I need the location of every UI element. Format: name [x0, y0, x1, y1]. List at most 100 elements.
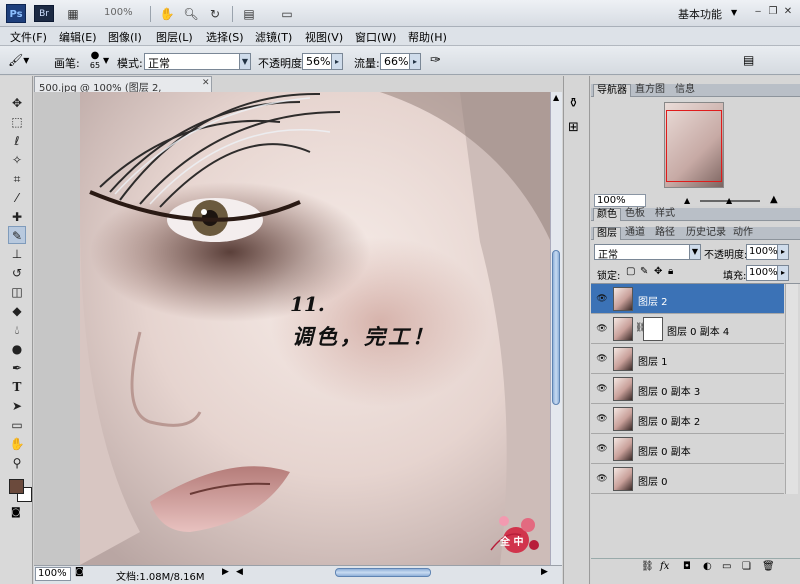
flow-slider-toggle[interactable]: ▸ — [409, 53, 421, 70]
tab-paths[interactable]: 路径 — [652, 227, 678, 240]
lock-pixels-icon[interactable]: ✎ — [640, 266, 648, 277]
layers-scrollbar[interactable] — [785, 284, 798, 494]
zoom-tool-icon[interactable]: 🔍︎ — [182, 5, 200, 23]
hand-tool-icon[interactable]: ✋ — [8, 435, 26, 453]
brush-preset-picker[interactable]: ● 65 — [86, 50, 104, 72]
rotate-view-icon[interactable]: ↻ — [206, 5, 224, 23]
foreground-color-swatch[interactable] — [9, 479, 24, 494]
add-mask-icon[interactable]: ◘ — [683, 561, 691, 572]
brush-panel-toggle-icon[interactable]: ▤ — [743, 53, 754, 67]
crop-tool-icon[interactable]: ⌗ — [8, 170, 26, 188]
layer-mask-thumbnail[interactable] — [643, 317, 663, 341]
visibility-eye-icon[interactable]: 👁︎ — [596, 473, 608, 485]
new-group-icon[interactable]: ▭ — [722, 561, 731, 572]
lock-position-icon[interactable]: ✥ — [654, 266, 662, 277]
scroll-up-icon[interactable]: ▲ — [553, 93, 559, 102]
menu-image[interactable]: 图像(I) — [108, 29, 142, 45]
zoom-in-icon[interactable]: ▲ — [770, 194, 778, 205]
lock-transparency-icon[interactable]: ▢ — [626, 266, 635, 277]
scroll-right-icon[interactable]: ▶ — [541, 567, 548, 577]
history-brush-tool-icon[interactable]: ↺ — [8, 264, 26, 282]
fill-field[interactable]: 100% — [746, 265, 778, 281]
airbrush-icon[interactable]: ✑ — [430, 53, 441, 68]
restore-icon[interactable]: ❐ — [766, 5, 780, 19]
quick-mask-icon[interactable]: ◙ — [11, 507, 21, 518]
fill-slider-toggle[interactable]: ▸ — [777, 265, 789, 281]
visibility-eye-icon[interactable]: 👁︎ — [596, 443, 608, 455]
tab-styles[interactable]: 样式 — [652, 208, 678, 221]
blend-mode-select[interactable]: 正常 — [594, 244, 690, 261]
status-info-icon[interactable]: ◙ — [75, 567, 84, 577]
dodge-tool-icon[interactable]: ● — [8, 340, 26, 358]
zoom-tool-icon[interactable]: ⚲ — [8, 454, 26, 472]
screen-mode-icon[interactable]: ▭ — [278, 5, 296, 23]
arrange-documents-icon[interactable]: ▤ — [240, 5, 258, 23]
link-layers-icon[interactable]: ⛓ — [641, 561, 654, 572]
clone-source-icon[interactable]: ⊞ — [568, 120, 579, 135]
lasso-tool-icon[interactable]: ℓ — [8, 132, 26, 150]
menu-help[interactable]: 帮助(H) — [408, 29, 447, 45]
chevron-down-icon[interactable]: ▼ — [103, 56, 109, 65]
close-icon[interactable]: ✕ — [781, 5, 795, 19]
vertical-scroll-thumb[interactable] — [552, 250, 560, 405]
opacity-field[interactable]: 56% — [302, 53, 332, 70]
zoom-out-icon[interactable]: ▲ — [684, 196, 690, 205]
healing-brush-tool-icon[interactable]: ✚ — [8, 208, 26, 226]
tab-channels[interactable]: 通道 — [622, 227, 648, 240]
visibility-eye-icon[interactable]: 👁︎ — [596, 383, 608, 395]
scroll-left-icon[interactable]: ◀ — [236, 567, 243, 577]
menu-edit[interactable]: 编辑(E) — [59, 29, 97, 45]
hand-tool-icon[interactable]: ✋ — [158, 5, 176, 23]
navigator-view-box[interactable] — [666, 110, 722, 182]
close-document-icon[interactable]: ✕ — [202, 78, 210, 88]
zoom-slider-handle-icon[interactable]: ▲ — [726, 196, 732, 205]
layer-opacity-field[interactable]: 100% — [746, 244, 778, 260]
menu-filter[interactable]: 滤镜(T) — [255, 29, 292, 45]
visibility-eye-icon[interactable]: 👁︎ — [596, 323, 608, 335]
marquee-tool-icon[interactable]: ⬚ — [8, 113, 26, 131]
menu-file[interactable]: 文件(F) — [10, 29, 47, 45]
shape-tool-icon[interactable]: ▭ — [8, 416, 26, 434]
workspace-switcher[interactable]: 基本功能 — [678, 6, 722, 22]
tab-histogram[interactable]: 直方图 — [632, 84, 668, 97]
brush-presets-icon[interactable]: ⚱ — [568, 96, 579, 111]
clone-stamp-tool-icon[interactable]: ⊥ — [8, 245, 26, 263]
tab-history[interactable]: 历史记录 — [683, 227, 729, 240]
view-extras-icon[interactable]: ▦ — [64, 5, 82, 23]
layer-style-icon[interactable]: fx — [660, 561, 669, 572]
document-tab[interactable]: 500.jpg @ 100% (图层 2, RGB/8#) * — [34, 76, 212, 105]
delete-layer-icon[interactable]: 🗑︎ — [762, 561, 775, 572]
paint-bucket-tool-icon[interactable]: ◆ — [8, 302, 26, 320]
move-tool-icon[interactable]: ✥ — [8, 94, 26, 112]
visibility-eye-icon[interactable]: 👁︎ — [596, 293, 608, 305]
navigator-zoom-field[interactable]: 100% — [594, 194, 646, 207]
opacity-slider-toggle[interactable]: ▸ — [777, 244, 789, 260]
type-tool-icon[interactable]: T — [8, 378, 26, 396]
visibility-eye-icon[interactable]: 👁︎ — [596, 413, 608, 425]
adjustment-layer-icon[interactable]: ◐ — [703, 561, 712, 572]
flow-field[interactable]: 66% — [380, 53, 410, 70]
magic-wand-tool-icon[interactable]: ✧ — [8, 151, 26, 169]
menu-layer[interactable]: 图层(L) — [156, 29, 193, 45]
lock-all-icon[interactable]: 🔒︎ — [668, 266, 673, 277]
path-selection-tool-icon[interactable]: ➤ — [8, 397, 26, 415]
minimize-icon[interactable]: ‒ — [751, 5, 765, 19]
blur-tool-icon[interactable]: 💧︎ — [8, 321, 26, 339]
opacity-slider-toggle[interactable]: ▸ — [331, 53, 343, 70]
visibility-eye-icon[interactable]: 👁︎ — [596, 353, 608, 365]
pen-tool-icon[interactable]: ✒ — [8, 359, 26, 377]
status-menu-icon[interactable]: ▶ — [222, 567, 229, 577]
new-layer-icon[interactable]: ❏ — [742, 561, 751, 572]
bridge-button[interactable]: Br — [34, 5, 54, 22]
chevron-down-icon[interactable]: ▼ — [689, 244, 701, 260]
tab-layers[interactable]: 图层 — [593, 227, 621, 240]
horizontal-scroll-thumb[interactable] — [335, 568, 431, 577]
tab-info[interactable]: 信息 — [672, 84, 698, 97]
brush-tool-icon[interactable]: ✎ — [8, 226, 26, 244]
eraser-tool-icon[interactable]: ◫ — [8, 283, 26, 301]
eyedropper-tool-icon[interactable]: ⁄ — [8, 189, 26, 207]
tool-preset-picker[interactable]: 🖌︎▾ — [8, 53, 40, 70]
app-zoom-level[interactable]: 100% — [104, 7, 133, 18]
mode-select[interactable]: 正常 — [144, 53, 240, 70]
status-zoom-field[interactable]: 100% — [35, 567, 71, 581]
